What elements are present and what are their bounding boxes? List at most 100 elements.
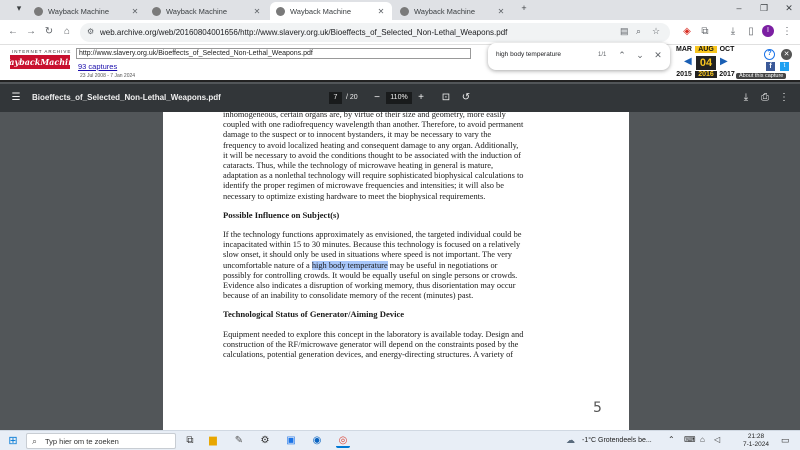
wayback-favicon-icon — [152, 6, 161, 16]
show-hidden-icons[interactable]: ⌃ — [668, 435, 675, 444]
reload-icon[interactable]: ↻ — [42, 26, 56, 38]
year-current: 2016 — [695, 71, 717, 78]
find-previous-icon[interactable]: ⌃ — [616, 50, 628, 61]
paragraph-equipment: Equipment needed to explore this concept… — [223, 330, 555, 361]
fit-page-icon[interactable]: ⊡ — [440, 92, 452, 104]
chrome-icon[interactable]: ◎ — [336, 434, 350, 448]
restore-icon[interactable]: ❐ — [755, 3, 773, 14]
wayback-url-input[interactable]: http://www.slavery.org.uk/Bioeffects_of_… — [76, 48, 471, 59]
close-tab-icon[interactable]: ✕ — [252, 7, 262, 16]
app-icon[interactable]: ◉ — [310, 434, 324, 448]
internet-archive-label: INTERNET ARCHIVE — [12, 49, 72, 54]
handwritten-page-number: 5 — [593, 400, 602, 416]
notifications-icon[interactable]: ▭ — [781, 435, 790, 446]
capture-range: 23 Jul 2008 - 7 Jan 2024 — [80, 73, 136, 79]
extensions-puzzle-icon[interactable]: ⧉ — [698, 26, 712, 38]
twitter-icon[interactable]: t — [780, 62, 789, 71]
close-tab-icon[interactable]: ✕ — [130, 7, 140, 16]
sidebar-menu-icon[interactable]: ☰ — [10, 92, 22, 104]
browser-tab-2[interactable]: Wayback Machine ✕ — [146, 2, 268, 20]
file-explorer-icon[interactable]: ▆ — [206, 434, 220, 448]
facebook-icon[interactable]: f — [766, 62, 775, 71]
text-span: uncomfortable nature of a — [223, 260, 312, 270]
next-capture-arrow-icon[interactable]: ▶ — [720, 56, 728, 67]
new-tab-button[interactable]: + — [515, 3, 533, 13]
pdf-more-icon[interactable]: ⋮ — [778, 92, 790, 104]
photos-icon[interactable]: ▣ — [284, 434, 298, 448]
paint-icon[interactable]: ✎ — [232, 434, 246, 448]
browser-tab-1[interactable]: Wayback Machine ✕ — [28, 2, 146, 20]
pdf-title: Bioeffects_of_Selected_Non-Lethal_Weapon… — [32, 93, 221, 102]
find-next-icon[interactable]: ⌄ — [634, 50, 646, 61]
rotate-icon[interactable]: ↺ — [460, 92, 472, 104]
windows-start-icon[interactable]: ⊞ — [6, 434, 20, 448]
taskbar-search-input[interactable]: ⌕ Typ hier om te zoeken — [26, 433, 176, 449]
home-icon[interactable]: ⌂ — [60, 26, 74, 38]
extension-icon[interactable]: ◈ — [680, 26, 694, 38]
menu-kebab-icon[interactable]: ⋮ — [780, 26, 794, 38]
find-match-count: 1/1 — [598, 52, 607, 58]
about-capture-button[interactable]: About this capture — [736, 73, 787, 79]
browser-tab-4[interactable]: Wayback Machine ✕ — [394, 2, 512, 20]
text-line: damage to the suspect or to innocent bys… — [223, 130, 492, 140]
find-input[interactable]: high body temperature — [496, 51, 561, 58]
heading-possible-influence: Possible Influence on Subject(s) — [223, 209, 340, 220]
wayback-banner: INTERNET ARCHIVE WaybackMachine http://w… — [0, 45, 800, 82]
prev-capture-arrow-icon[interactable]: ◀ — [684, 56, 692, 67]
downloads-icon[interactable]: ⤓ — [726, 26, 740, 38]
text-line: coupled with one radiofrequency waveleng… — [223, 120, 524, 130]
close-banner-icon[interactable]: ✕ — [781, 49, 792, 60]
network-icon[interactable]: ⌂ — [700, 435, 705, 444]
wayback-logo[interactable]: WaybackMachine — [1, 55, 79, 69]
text-line: Equipment needed to explore this concept… — [223, 329, 524, 339]
year-prev[interactable]: 2015 — [673, 71, 695, 78]
find-close-icon[interactable]: ✕ — [652, 50, 664, 61]
browser-tab-3-active[interactable]: Wayback Machine ✕ — [270, 2, 392, 20]
browser-toolbar: ← → ↻ ⌂ ⚙ web.archive.org/web/2016080400… — [0, 20, 800, 45]
clock-time: 21:28 — [747, 433, 765, 440]
minimize-icon[interactable]: – — [730, 3, 748, 13]
download-pdf-icon[interactable]: ⤓ — [740, 92, 752, 104]
back-icon[interactable]: ← — [6, 26, 20, 38]
forward-icon[interactable]: → — [24, 26, 38, 38]
tab-title: Wayback Machine — [166, 6, 227, 16]
zoom-icon[interactable]: ⌕ — [636, 26, 641, 37]
close-tab-icon[interactable]: ✕ — [496, 7, 506, 16]
find-bar: high body temperature 1/1 ⌃ ⌄ ✕ — [488, 43, 670, 70]
help-icon[interactable]: ? — [764, 49, 775, 60]
text-line: slow onset, it should only be used in si… — [223, 250, 512, 260]
language-icon[interactable]: ⌨ — [684, 435, 696, 444]
settings-gear-icon[interactable]: ⚙ — [258, 434, 272, 448]
profile-avatar[interactable]: I — [762, 25, 774, 37]
text-line: possibly for controlling crowds. It woul… — [223, 270, 518, 280]
text-line: adaptation as a nonlethal technology wil… — [223, 171, 524, 181]
month-prev[interactable]: MAR — [673, 46, 695, 53]
zoom-in-icon[interactable]: + — [415, 92, 427, 104]
taskbar-clock[interactable]: 21:28 7-1-2024 — [741, 433, 771, 449]
weather-text[interactable]: -1°C Grotendeels be... — [582, 437, 652, 444]
text-line: frequency to avoid localized heating and… — [223, 140, 519, 150]
month-next[interactable]: OCT — [716, 46, 738, 53]
side-panel-icon[interactable]: ▯ — [744, 26, 758, 38]
zoom-level-input[interactable]: 110% — [386, 92, 412, 104]
volume-icon[interactable]: ◁ — [714, 435, 720, 444]
task-view-icon[interactable]: ⧉ — [183, 434, 197, 448]
captures-link[interactable]: 93 captures — [78, 62, 117, 71]
tab-strip: Wayback Machine ✕ Wayback Machine ✕ Wayb… — [0, 0, 800, 20]
bookmark-star-icon[interactable]: ☆ — [652, 26, 660, 37]
year-next[interactable]: 2017 — [716, 71, 738, 78]
text-line: Evidence also indicates a disruption of … — [223, 281, 516, 291]
page-number-input[interactable]: 7 — [329, 92, 342, 104]
pdf-install-icon[interactable]: ▤ — [620, 26, 629, 37]
tab-search-icon[interactable]: ▾ — [10, 3, 28, 14]
address-bar[interactable]: ⚙ web.archive.org/web/20160804001656/htt… — [80, 23, 670, 42]
print-icon[interactable]: ⎙ — [759, 92, 771, 104]
close-window-icon[interactable]: ✕ — [780, 3, 798, 14]
site-info-icon[interactable]: ⚙ — [87, 27, 94, 36]
zoom-out-icon[interactable]: − — [371, 92, 383, 104]
text-line: necessary to optimize existing hardware … — [223, 191, 486, 201]
pdf-viewer[interactable]: inhomogeneous, certain organs are, by vi… — [0, 112, 800, 430]
close-tab-icon[interactable]: ✕ — [376, 7, 386, 16]
heading-technological-status: Technological Status of Generator/Aiming… — [223, 309, 405, 320]
pdf-toolbar: ☰ Bioeffects_of_Selected_Non-Lethal_Weap… — [0, 84, 800, 112]
